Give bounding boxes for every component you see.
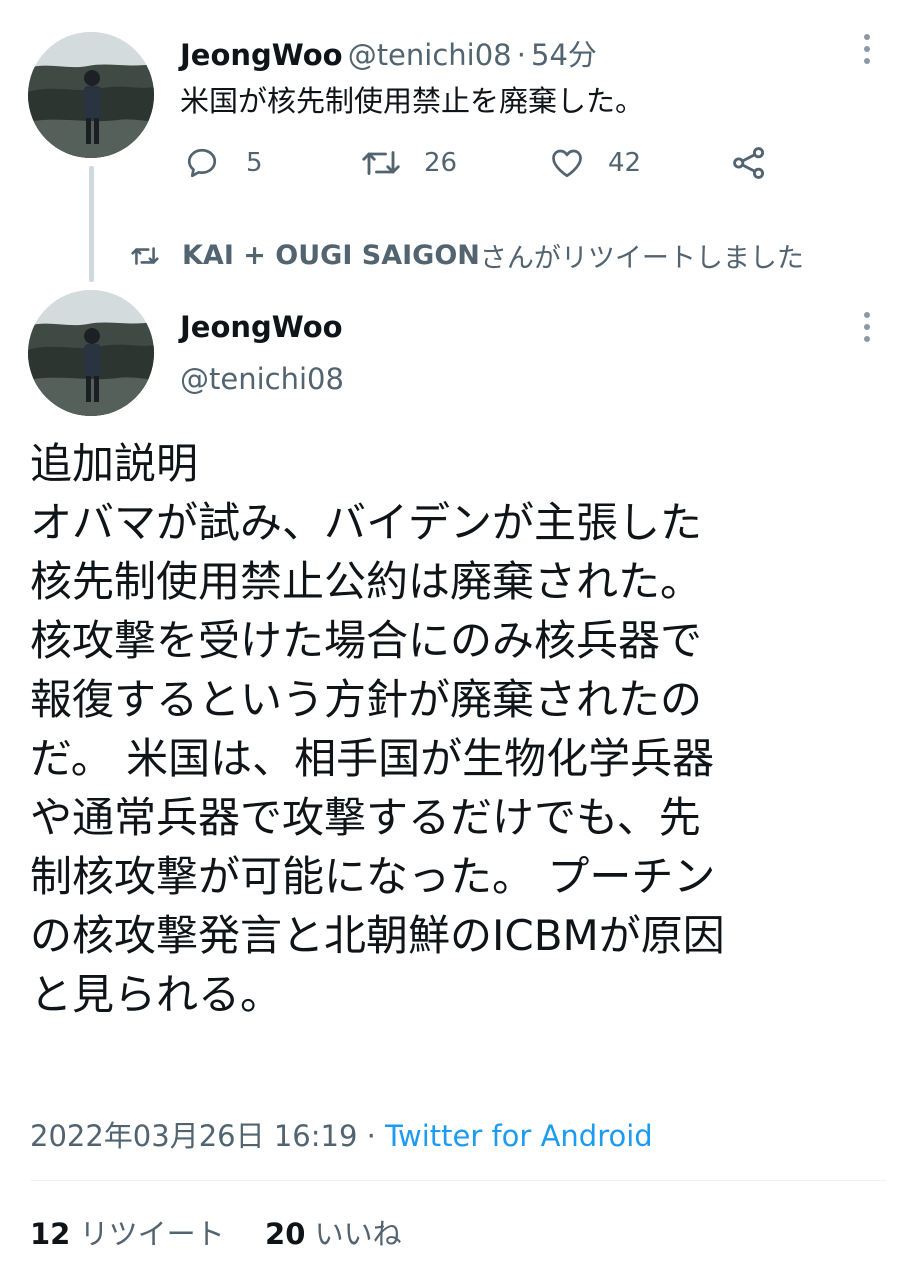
- separator-dot: ·: [516, 38, 526, 72]
- parent-tweet-text: 米国が核先制使用禁止を廃棄した。: [180, 84, 645, 118]
- share-button[interactable]: [730, 143, 768, 183]
- likes-stat[interactable]: 20 いいね: [265, 1217, 402, 1251]
- tweet-time[interactable]: 54分: [531, 38, 597, 72]
- tweet-text-line: 報復するという方針が廃棄されたの: [30, 675, 703, 724]
- like-count: 42: [608, 148, 642, 178]
- tweet-text-line: オバマが試み、バイデンが主張した: [30, 498, 703, 547]
- display-name[interactable]: JeongWoo: [180, 310, 343, 344]
- tweet-text-line: や通常兵器で攻撃するだけでも、先: [30, 793, 701, 842]
- retweet-icon: [131, 246, 159, 265]
- retweets-stat[interactable]: 12 リツイート: [30, 1217, 234, 1251]
- retweet-label: リツイート: [79, 1217, 225, 1251]
- like-button[interactable]: 42: [548, 143, 641, 183]
- tweet-timestamp[interactable]: 2022年03月26日 16:19: [30, 1119, 357, 1153]
- tweet-meta: 2022年03月26日 16:19 · Twitter for Android: [30, 1113, 653, 1155]
- tweet-text-line: 追加説明: [30, 439, 199, 488]
- like-label: いいね: [314, 1217, 402, 1251]
- share-icon: [733, 147, 765, 179]
- tweet-text-line: 制核攻撃が可能になった。 プーチン: [30, 852, 716, 901]
- avatar-photo: [28, 32, 154, 158]
- parent-tweet-header: JeongWoo @tenichi08 · 54分: [180, 32, 597, 74]
- more-options-icon[interactable]: [863, 34, 871, 64]
- reply-count: 5: [246, 148, 263, 178]
- avatar-photo: [28, 290, 154, 416]
- user-handle[interactable]: @tenichi08: [180, 362, 344, 396]
- avatar[interactable]: [28, 290, 154, 416]
- tweet-text-line: 核攻撃を受けた場合にのみ核兵器で: [30, 616, 703, 665]
- retweeter-name[interactable]: KAI + OUGI SAIGON: [182, 240, 480, 271]
- display-name[interactable]: JeongWoo: [180, 38, 343, 72]
- divider: [30, 1180, 886, 1181]
- retweet-total: 12: [30, 1217, 71, 1251]
- retweet-icon: [362, 151, 400, 175]
- retweet-count: 26: [424, 148, 458, 178]
- retweet-notice-suffix: さんがリツイートしました: [479, 243, 804, 274]
- reply-icon: [187, 148, 217, 178]
- tweet-text-line: だ。 米国は、相手国が生物化学兵器: [30, 734, 715, 783]
- tweet-source-link[interactable]: Twitter for Android: [385, 1119, 653, 1153]
- retweet-notice[interactable]: KAI + OUGI SAIGON さんがリツイートしました: [130, 236, 804, 275]
- user-handle[interactable]: @tenichi08: [348, 38, 512, 72]
- more-options-icon[interactable]: [863, 312, 871, 342]
- tweet-text-line: 核先制使用禁止公約は廃棄された。: [30, 557, 703, 606]
- avatar[interactable]: [28, 32, 154, 158]
- heart-icon: [552, 149, 582, 178]
- tweet-stats: 12 リツイート 20 いいね: [30, 1211, 402, 1253]
- tweet-text-line: の核攻撃発言と北朝鮮のICBMが原因: [30, 911, 725, 960]
- tweet-text-line: と見られる。: [30, 970, 283, 1019]
- retweet-button[interactable]: 26: [360, 143, 457, 183]
- separator-dot: ·: [366, 1119, 376, 1153]
- thread-connector-line: [89, 166, 94, 282]
- like-total: 20: [265, 1217, 306, 1251]
- tweet-text: 追加説明 オバマが試み、バイデンが主張した 核先制使用禁止公約は廃棄された。 核…: [30, 434, 890, 1024]
- reply-button[interactable]: 5: [184, 143, 263, 183]
